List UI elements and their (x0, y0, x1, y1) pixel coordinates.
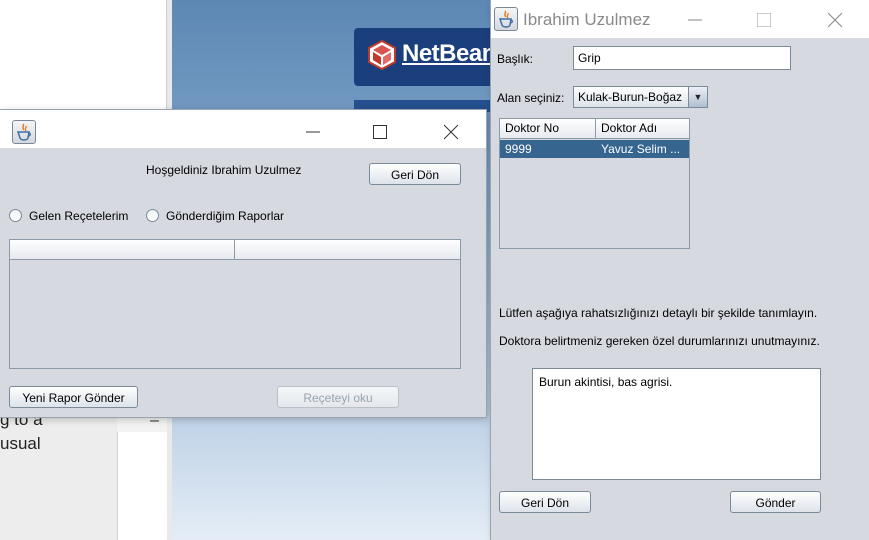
minimize-icon (688, 19, 702, 21)
maximize-button[interactable] (741, 4, 787, 36)
table-header-cell[interactable] (235, 240, 460, 260)
sent-reports-label[interactable]: Gönderdiğim Raporlar (166, 209, 284, 223)
window-title: Ibrahim Uzulmez (523, 10, 651, 29)
minimize-icon (306, 131, 320, 133)
description-textarea[interactable]: Burun akintisi, bas agrisi. (532, 368, 821, 480)
background-panel-header (117, 418, 167, 433)
doctor-table[interactable]: Doktor No Doktor Adı 9999 Yavuz Selim ..… (499, 118, 690, 249)
table-header-doctor-no[interactable]: Doktor No (500, 119, 596, 139)
welcome-text: Hoşgeldiniz Ibrahim Uzulmez (146, 163, 302, 177)
field-select[interactable]: Kulak-Burun-Boğaz ▼ (573, 86, 708, 108)
background-column (117, 432, 167, 540)
field-label: Alan seçiniz: (497, 91, 565, 105)
close-icon (827, 12, 843, 28)
table-row[interactable]: 9999 Yavuz Selim ... (500, 140, 689, 158)
main-window: Hoşgeldiniz Ibrahim Uzulmez Geri Dön Gel… (0, 110, 486, 417)
title-bar[interactable]: Ibrahim Uzulmez (491, 0, 869, 38)
maximize-button[interactable] (357, 116, 403, 148)
close-button[interactable] (428, 116, 474, 148)
back-button[interactable]: Geri Dön (369, 163, 461, 185)
close-icon (443, 124, 459, 140)
table-header-cell[interactable] (10, 240, 235, 260)
received-prescriptions-label[interactable]: Gelen Reçetelerim (29, 209, 128, 223)
minimize-button[interactable] (290, 116, 336, 148)
field-select-value: Kulak-Burun-Boğaz (578, 90, 683, 104)
subject-label: Başlık: (497, 52, 534, 66)
report-window: Ibrahim Uzulmez Başlık: Alan seçiniz: Ku… (491, 0, 869, 540)
minimize-button[interactable] (672, 4, 718, 36)
read-prescription-button[interactable]: Reçeteyi oku (277, 386, 399, 408)
table-header-doctor-name[interactable]: Doktor Adı (596, 119, 689, 139)
new-report-button[interactable]: Yeni Rapor Gönder (9, 386, 138, 408)
chevron-down-icon[interactable]: ▼ (688, 87, 707, 107)
maximize-icon (757, 13, 771, 27)
close-button[interactable] (812, 4, 858, 36)
netbeans-cube-icon (368, 39, 396, 71)
doctor-name-cell: Yavuz Selim ... (601, 142, 681, 156)
subject-input[interactable] (573, 46, 791, 70)
java-icon (494, 7, 518, 31)
doctor-no-cell: 9999 (505, 142, 532, 156)
info-text-1: Lütfen aşağıya rahatsızlığınızı detaylı … (499, 306, 818, 320)
info-text-2: Doktora belirtmeniz gereken özel durumla… (499, 334, 820, 348)
title-bar[interactable] (0, 110, 486, 148)
maximize-icon (373, 125, 387, 139)
send-button[interactable]: Gönder (730, 491, 821, 513)
java-icon (12, 120, 36, 144)
results-table[interactable] (9, 239, 461, 369)
received-prescriptions-radio[interactable] (9, 209, 22, 222)
sent-reports-radio[interactable] (146, 209, 159, 222)
back-button[interactable]: Geri Dön (499, 491, 591, 513)
